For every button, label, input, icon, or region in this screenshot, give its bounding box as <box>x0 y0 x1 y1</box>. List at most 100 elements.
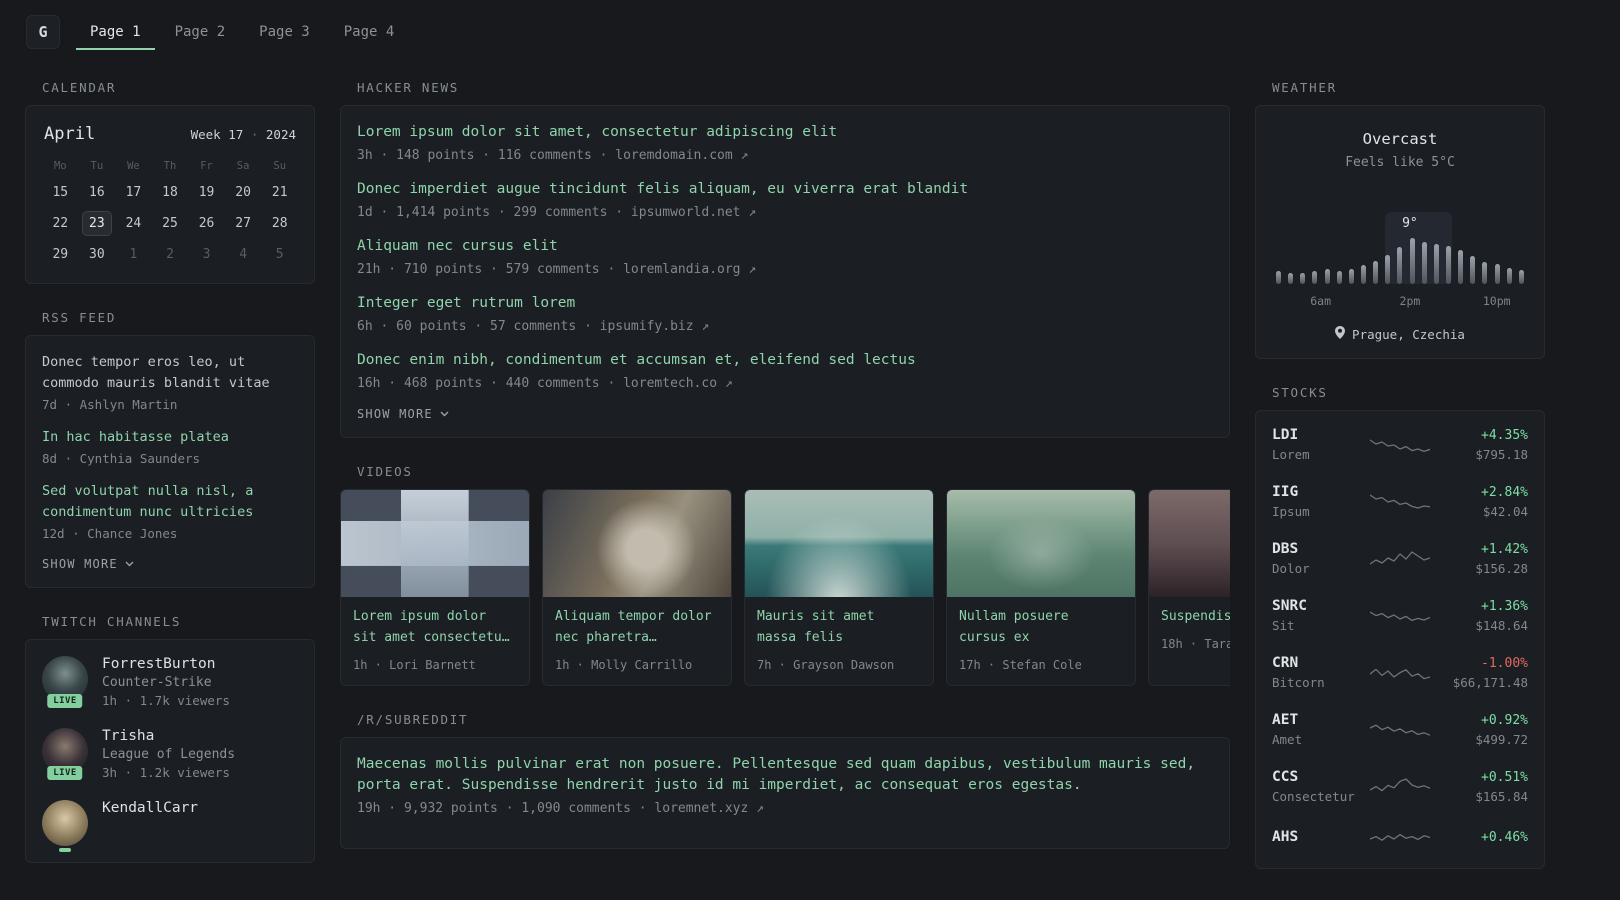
stock-ticker: AET <box>1272 712 1299 728</box>
time-label: 6am <box>1310 294 1332 308</box>
weather-hourly-chart: 9° <box>1276 212 1524 284</box>
rss-item: Sed volutpat nulla nisl, a condimentum n… <box>42 481 298 541</box>
stock-change: +1.42% <box>1481 541 1528 557</box>
stock-change: -1.00% <box>1481 655 1528 671</box>
stock-row[interactable]: AET Amet +0.92% $499.72 <box>1272 712 1528 747</box>
stock-left: SNRC Sit <box>1272 598 1360 633</box>
video-card[interactable]: Nullam posuere cursus ex 17h · Stefan Co… <box>946 489 1136 686</box>
stock-ticker: CCS <box>1272 769 1299 785</box>
twitch-channel[interactable]: LIVE ForrestBurton Counter-Strike 1h · 1… <box>42 655 298 708</box>
location-pin-icon <box>1335 326 1346 342</box>
hn-item-title[interactable]: Donec enim nibh, condimentum et accumsan… <box>357 350 1213 371</box>
channel-info: Trisha League of Legends 3h · 1.2k viewe… <box>102 728 235 780</box>
temp-bar <box>1336 271 1342 284</box>
calendar-day: 28 <box>271 216 288 231</box>
channel-game: League of Legends <box>102 746 236 762</box>
hn-item-meta[interactable]: 6h · 60 points · 57 comments · ipsumify.… <box>357 319 1213 334</box>
hn-item: Donec enim nibh, condimentum et accumsan… <box>357 350 1213 391</box>
rss-show-more-button[interactable]: SHOW MORE <box>42 557 134 571</box>
video-card[interactable]: Aliquam tempor dolor nec pharetra… 1h · … <box>542 489 732 686</box>
stock-ticker: AHS <box>1272 829 1299 845</box>
video-card[interactable]: Mauris sit amet massa felis 7h · Grayson… <box>744 489 934 686</box>
channel-info: ForrestBurton Counter-Strike 1h · 1.7k v… <box>102 656 230 708</box>
stock-sparkline <box>1360 546 1440 572</box>
stock-right: +2.84% $42.04 <box>1440 485 1528 519</box>
twitch-section-title: TWITCH CHANNELS <box>42 613 182 629</box>
rss-section-title: RSS FEED <box>42 310 117 325</box>
app-logo[interactable]: G <box>26 15 60 49</box>
stock-name: Sit <box>1272 618 1295 633</box>
rss-item-title[interactable]: Sed volutpat nulla nisl, a condimentum n… <box>42 481 298 523</box>
video-card[interactable]: Suspendisse diam 18h · Tara <box>1148 489 1230 686</box>
time-label: 10pm <box>1482 294 1511 308</box>
video-title: Suspendisse diam <box>1161 609 1230 625</box>
chevron-down-icon <box>440 411 449 417</box>
calendar-week-year: Week 17 · 2024 <box>191 127 296 142</box>
temp-bar <box>1482 262 1488 284</box>
weather-feels-like: Feels like 5°C <box>1345 155 1455 170</box>
hn-item-meta[interactable]: 21h · 710 points · 579 comments · loreml… <box>357 262 1213 277</box>
stock-row[interactable]: SNRC Sit +1.36% $148.64 <box>1272 598 1528 633</box>
stock-sparkline <box>1360 826 1440 852</box>
twitch-channel[interactable]: KendallCarr <box>42 799 298 852</box>
rss-item-title[interactable]: In hac habitasse platea <box>42 427 298 448</box>
calendar-header: April Week 17 · 2024 <box>42 122 298 144</box>
hn-item-title[interactable]: Lorem ipsum dolor sit amet, consectetur … <box>357 122 1213 143</box>
time-label: 2pm <box>1399 294 1421 308</box>
channel-name: KendallCarr <box>102 799 199 816</box>
subreddit-post-meta[interactable]: 19h · 9,932 points · 1,090 comments · lo… <box>357 801 1213 816</box>
calendar-day-header: Tu <box>90 160 104 172</box>
hn-item-title[interactable]: Donec imperdiet augue tincidunt felis al… <box>357 179 1213 200</box>
twitch-section: TWITCH CHANNELS LIVE ForrestBurton Count… <box>25 614 315 863</box>
video-card-body: Mauris sit amet massa felis 7h · Grayson… <box>745 597 933 685</box>
video-card[interactable]: Lorem ipsum dolor sit amet consectetu… 1… <box>340 489 530 686</box>
calendar-day-header: Sa <box>236 160 250 172</box>
calendar-week: Week 17 <box>190 127 244 142</box>
live-badge: LIVE <box>47 693 83 708</box>
stock-right: +1.42% $156.28 <box>1440 542 1528 576</box>
temp-bar <box>1276 271 1281 284</box>
twitch-channel[interactable]: LIVE Trisha League of Legends 3h · 1.2k … <box>42 727 298 780</box>
hn-item-meta[interactable]: 1d · 1,414 points · 299 comments · ipsum… <box>357 205 1213 220</box>
stock-sparkline <box>1360 774 1440 800</box>
stock-row[interactable]: CRN Bitcorn -1.00% $66,171.48 <box>1272 655 1528 690</box>
calendar-day: 16 <box>89 185 105 200</box>
rss-item-meta: 7d · Ashlyn Martin <box>42 396 178 412</box>
subreddit-post-title[interactable]: Maecenas mollis pulvinar erat non posuer… <box>357 754 1213 796</box>
stock-row[interactable]: IIG Ipsum +2.84% $42.04 <box>1272 484 1528 519</box>
channel-avatar: LIVE <box>42 655 88 708</box>
page-tab[interactable]: Page 4 <box>330 14 409 50</box>
hn-show-more-button[interactable]: SHOW MORE <box>357 407 449 421</box>
live-badge <box>59 847 71 852</box>
stock-sparkline <box>1360 717 1440 743</box>
hn-item-title[interactable]: Integer eget rutrum lorem <box>357 293 1213 314</box>
page-tab[interactable]: Page 2 <box>161 14 240 50</box>
temp-bar <box>1506 268 1512 284</box>
video-card-body: Lorem ipsum dolor sit amet consectetu… 1… <box>341 597 529 685</box>
page-tab[interactable]: Page 3 <box>245 14 324 50</box>
stock-price: $66,171.48 <box>1452 674 1528 690</box>
calendar-year: 2024 <box>265 127 296 142</box>
hn-item-meta[interactable]: 16h · 468 points · 440 comments · loremt… <box>357 376 1213 391</box>
stock-row[interactable]: AHS +0.46% <box>1272 826 1528 852</box>
rss-item-meta: 8d · Cynthia Saunders <box>42 450 201 466</box>
hn-item-title[interactable]: Aliquam nec cursus elit <box>357 236 1213 257</box>
channel-game: Counter-Strike <box>102 674 212 690</box>
stock-row[interactable]: LDI Lorem +4.35% $795.18 <box>1272 427 1528 462</box>
calendar-day-header: We <box>127 160 140 172</box>
stock-row[interactable]: DBS Dolor +1.42% $156.28 <box>1272 541 1528 576</box>
hackernews-widget: Lorem ipsum dolor sit amet, consectetur … <box>340 105 1230 439</box>
page-tab[interactable]: Page 1 <box>76 14 155 50</box>
stock-row[interactable]: CCS Consectetur +0.51% $165.84 <box>1272 769 1528 804</box>
video-title: Nullam posuere cursus ex <box>959 609 1069 645</box>
calendar-day: 30 <box>89 247 105 262</box>
stock-sparkline <box>1360 432 1440 458</box>
rss-item-title[interactable]: Donec tempor eros leo, ut commodo mauris… <box>42 352 298 394</box>
show-more-label: SHOW MORE <box>357 407 433 422</box>
middle-column: HACKER NEWS Lorem ipsum dolor sit amet, … <box>340 80 1230 875</box>
video-card-body: Nullam posuere cursus ex 17h · Stefan Co… <box>947 597 1135 685</box>
stock-right: +0.46% <box>1440 830 1528 849</box>
video-card-body: Aliquam tempor dolor nec pharetra… 1h · … <box>543 597 731 685</box>
stock-ticker: DBS <box>1272 541 1299 557</box>
hn-item-meta[interactable]: 3h · 148 points · 116 comments · loremdo… <box>357 148 1213 163</box>
